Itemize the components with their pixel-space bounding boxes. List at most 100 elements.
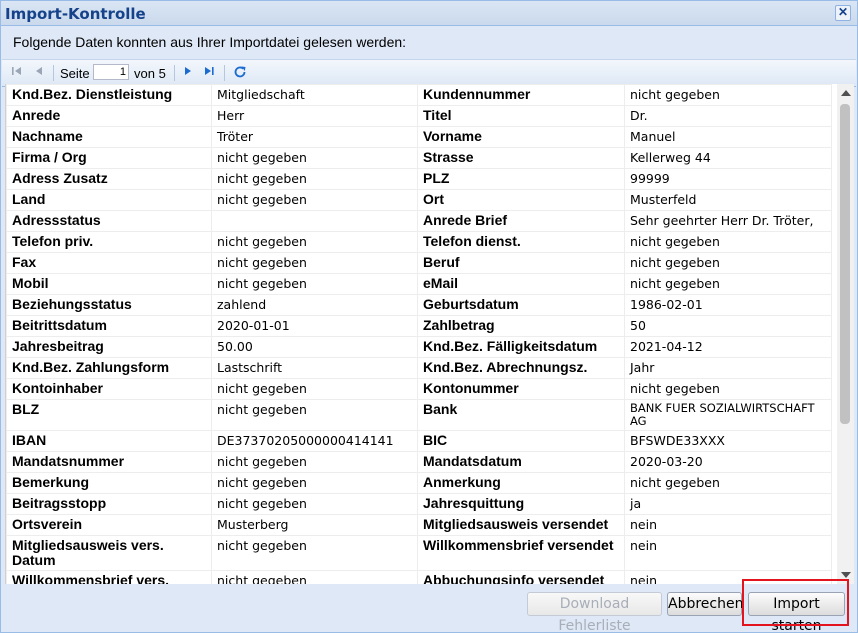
scroll-up-icon[interactable] bbox=[841, 90, 851, 96]
field-label: Geburtsdatum bbox=[417, 294, 625, 316]
field-label: Mobil bbox=[6, 273, 212, 295]
field-value: nicht gegeben bbox=[211, 535, 418, 571]
table-row: Fax nicht gegeben Beruf nicht gegeben bbox=[6, 252, 832, 274]
field-label: Beruf bbox=[417, 252, 625, 274]
field-label: Anmerkung bbox=[417, 472, 625, 494]
field-label: eMail bbox=[417, 273, 625, 295]
import-dialog: Import-Kontrolle ✕ Folgende Daten konnte… bbox=[0, 0, 858, 634]
field-value: nicht gegeben bbox=[211, 231, 418, 253]
dialog-title: Import-Kontrolle bbox=[5, 5, 146, 23]
table-row: Bemerkung nicht gegeben Anmerkung nicht geg… bbox=[6, 472, 832, 494]
field-value: nicht gegeben bbox=[211, 168, 418, 190]
table-row: Anrede Herr Titel Dr. bbox=[6, 105, 832, 127]
field-label: Beziehungsstatus bbox=[6, 294, 212, 316]
grid-scrollbar[interactable] bbox=[837, 84, 854, 584]
field-label: Bemerkung bbox=[6, 472, 212, 494]
close-icon[interactable]: ✕ bbox=[835, 5, 851, 21]
page-label: Seite bbox=[60, 66, 90, 81]
refresh-icon[interactable] bbox=[233, 65, 247, 79]
field-label: Adressstatus bbox=[6, 210, 212, 232]
table-row: BLZ nicht gegeben Bank BANK FUER SOZIALWIRT… bbox=[6, 399, 832, 431]
table-row: Beitragsstopp nicht gegeben Jahresquittung… bbox=[6, 493, 832, 515]
field-label: Jahresbeitrag bbox=[6, 336, 212, 358]
field-value: nein bbox=[624, 535, 832, 571]
field-value: nicht gegeben bbox=[211, 189, 418, 211]
field-label: Mandatsnummer bbox=[6, 451, 212, 473]
field-value: 1986-02-01 bbox=[624, 294, 832, 316]
table-row: Mandatsnummer nicht gegeben Mandatsdatum 20… bbox=[6, 451, 832, 473]
field-label: PLZ bbox=[417, 168, 625, 190]
field-value: Musterberg bbox=[211, 514, 418, 536]
field-label: Strasse bbox=[417, 147, 625, 169]
field-value: nicht gegeben bbox=[211, 399, 418, 431]
table-row: Willkommensbrief vers. nicht gegeben Abbuc… bbox=[6, 570, 832, 584]
dialog-titlebar: Import-Kontrolle ✕ bbox=[1, 1, 857, 26]
field-value: nicht gegeben bbox=[211, 570, 418, 584]
field-value: Kellerweg 44 bbox=[624, 147, 832, 169]
field-label: Willkommensbrief versendet bbox=[417, 535, 625, 571]
scroll-down-icon[interactable] bbox=[841, 572, 851, 578]
field-value: Dr. bbox=[624, 105, 832, 127]
field-label: Kontonummer bbox=[417, 378, 625, 400]
field-value: DE37370205000000414141 bbox=[211, 430, 418, 452]
field-value: nicht gegeben bbox=[624, 273, 832, 295]
table-row: Adress Zusatz nicht gegeben PLZ 99999 bbox=[6, 168, 832, 190]
field-value: Herr bbox=[211, 105, 418, 127]
field-value: Mitgliedschaft bbox=[211, 84, 418, 106]
field-label: Willkommensbrief vers. bbox=[6, 570, 212, 584]
dialog-footer: Download Fehlerliste Abbrechen Import st… bbox=[2, 585, 856, 634]
last-page-icon[interactable] bbox=[202, 65, 216, 79]
intro-text: Folgende Daten konnten aus Ihrer Importd… bbox=[13, 34, 407, 50]
field-value: 2020-03-20 bbox=[624, 451, 832, 473]
toolbar-separator bbox=[53, 65, 54, 81]
toolbar-separator bbox=[174, 65, 175, 81]
table-row: Land nicht gegeben Ort Musterfeld bbox=[6, 189, 832, 211]
field-value: nicht gegeben bbox=[624, 378, 832, 400]
field-label: Ort bbox=[417, 189, 625, 211]
field-value: Sehr geehrter Herr Dr. Tröter, bbox=[624, 210, 832, 232]
import-data-table: Knd.Bez. Dienstleistung Mitgliedschaft Kun… bbox=[6, 84, 832, 584]
page-number-input[interactable] bbox=[93, 64, 129, 80]
field-label: Knd.Bez. Zahlungsform bbox=[6, 357, 212, 379]
toolbar-separator bbox=[224, 65, 225, 81]
field-label: Beitrittsdatum bbox=[6, 315, 212, 337]
field-label: Knd.Bez. Abrechnungsz. bbox=[417, 357, 625, 379]
field-value: 2021-04-12 bbox=[624, 336, 832, 358]
field-value: 99999 bbox=[624, 168, 832, 190]
field-label: Mitgliedsausweis versendet bbox=[417, 514, 625, 536]
prev-page-icon[interactable] bbox=[32, 65, 46, 79]
field-value: ja bbox=[624, 493, 832, 515]
first-page-icon[interactable] bbox=[10, 65, 24, 79]
table-row: Firma / Org nicht gegeben Strasse Kellerweg… bbox=[6, 147, 832, 169]
field-value: BFSWDE33XXX bbox=[624, 430, 832, 452]
field-value: Tröter bbox=[211, 126, 418, 148]
field-label: IBAN bbox=[6, 430, 212, 452]
import-data-grid: Knd.Bez. Dienstleistung Mitgliedschaft Kun… bbox=[5, 84, 838, 584]
field-value: nicht gegeben bbox=[211, 451, 418, 473]
table-row: Kontoinhaber nicht gegeben Kontonummer nich… bbox=[6, 378, 832, 400]
field-label: Titel bbox=[417, 105, 625, 127]
field-label: Anrede bbox=[6, 105, 212, 127]
field-label: Kontoinhaber bbox=[6, 378, 212, 400]
field-value: Musterfeld bbox=[624, 189, 832, 211]
field-label: Bank bbox=[417, 399, 625, 431]
field-value: Jahr bbox=[624, 357, 832, 379]
field-label: Telefon dienst. bbox=[417, 231, 625, 253]
field-value: Manuel bbox=[624, 126, 832, 148]
table-row: Jahresbeitrag 50.00 Knd.Bez. Fälligkeitsda… bbox=[6, 336, 832, 358]
highlight-box bbox=[742, 579, 849, 626]
field-label: Zahlbetrag bbox=[417, 315, 625, 337]
field-label: Mandatsdatum bbox=[417, 451, 625, 473]
field-label: Telefon priv. bbox=[6, 231, 212, 253]
field-value: nicht gegeben bbox=[211, 147, 418, 169]
field-label: Adress Zusatz bbox=[6, 168, 212, 190]
field-label: Fax bbox=[6, 252, 212, 274]
field-label: Nachname bbox=[6, 126, 212, 148]
next-page-icon[interactable] bbox=[181, 65, 195, 79]
field-label: BIC bbox=[417, 430, 625, 452]
cancel-button[interactable]: Abbrechen bbox=[667, 592, 743, 616]
download-errorlist-button[interactable]: Download Fehlerliste bbox=[527, 592, 662, 634]
field-label: BLZ bbox=[6, 399, 212, 431]
field-value: nicht gegeben bbox=[624, 84, 832, 106]
scroll-thumb[interactable] bbox=[840, 104, 850, 424]
